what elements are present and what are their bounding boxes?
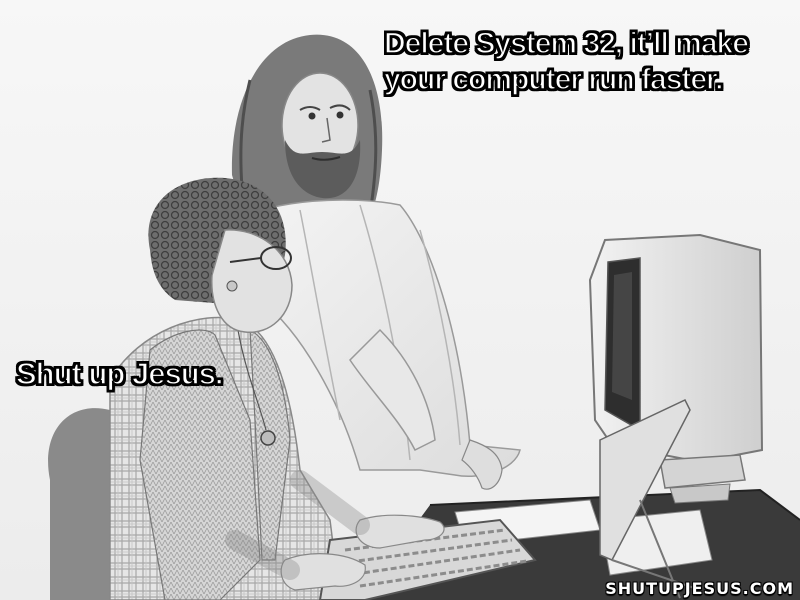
meme-image: Delete System 32, it’ll make your comput… — [0, 0, 800, 600]
top-caption: Delete System 32, it’ll make your comput… — [383, 26, 749, 98]
watermark: SHUTUPJESUS.COM — [605, 579, 794, 598]
top-caption-line-1: Delete System 32, it’ll make — [383, 26, 749, 61]
left-caption: Shut up Jesus. — [15, 355, 224, 392]
top-caption-line-2: your computer run faster. — [383, 62, 724, 97]
